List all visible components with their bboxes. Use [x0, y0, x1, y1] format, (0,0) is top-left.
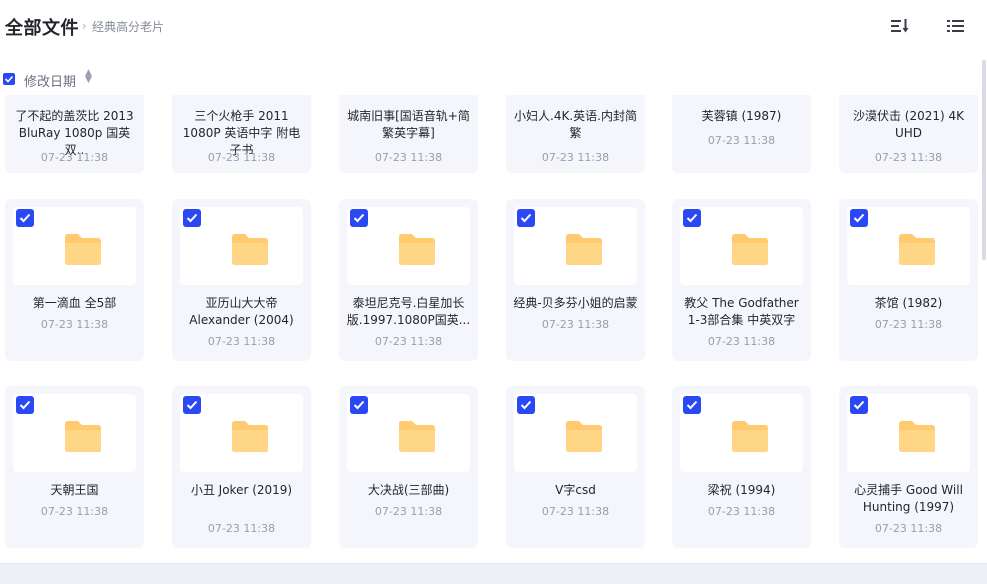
modified-time: 07-23 11:38	[374, 151, 443, 164]
folder-name[interactable]: 泰坦尼克号.白星加长版.1997.1080P国英...	[345, 295, 472, 329]
folder-card[interactable]: 小丑 Joker (2019) 07-23 11:38	[172, 386, 311, 548]
modified-time: 07-23 11:38	[40, 318, 109, 331]
modified-time: 07-23 11:38	[707, 335, 776, 348]
folder-card[interactable]: 第一滴血 全5部 07-23 11:38	[5, 199, 144, 361]
modified-time: 07-23 11:38	[874, 522, 943, 535]
folder-icon	[730, 232, 770, 266]
checkbox-checked-icon[interactable]	[350, 396, 368, 414]
modified-time: 07-23 11:38	[40, 505, 109, 518]
modified-time: 07-23 11:38	[874, 151, 943, 164]
checkbox-checked-icon[interactable]	[517, 209, 535, 227]
modified-time: 07-23 11:38	[374, 335, 443, 348]
folder-name[interactable]: 第一滴血 全5部	[11, 295, 138, 312]
folder-card[interactable]: 了不起的盖茨比 2013 BluRay 1080p 国英双.. 07-23 11:…	[5, 95, 144, 173]
checkbox-checked-icon[interactable]	[517, 396, 535, 414]
modified-time: 07-23 11:38	[207, 335, 276, 348]
modified-time: 07-23 11:38	[874, 318, 943, 331]
folder-name[interactable]: 城南旧事[国语音轨+简繁英字幕]	[345, 108, 472, 142]
checkbox-checked-icon[interactable]	[350, 209, 368, 227]
folder-card[interactable]: 沙漠伏击 (2021) 4K UHD 07-23 11:38	[839, 95, 978, 173]
folder-icon	[63, 419, 103, 453]
modified-time: 07-23 11:38	[40, 151, 109, 164]
folder-name[interactable]: 茶馆 (1982)	[845, 295, 972, 312]
folder-icon	[230, 419, 270, 453]
folder-name[interactable]: 梁祝 (1994)	[678, 482, 805, 499]
modified-time: 07-23 11:38	[541, 151, 610, 164]
folder-name[interactable]: 心灵捕手 Good Will Hunting (1997)	[845, 482, 972, 516]
modified-time: 07-23 11:38	[374, 505, 443, 518]
folder-name[interactable]: 芙蓉镇 (1987)	[678, 108, 805, 125]
folder-name[interactable]: 天朝王国	[11, 482, 138, 499]
checkbox-checked-icon[interactable]	[850, 396, 868, 414]
folder-card[interactable]: 茶馆 (1982) 07-23 11:38	[839, 199, 978, 361]
checkbox-checked-icon[interactable]	[183, 209, 201, 227]
folder-icon	[397, 419, 437, 453]
folder-icon	[564, 419, 604, 453]
modified-time: 07-23 11:38	[541, 318, 610, 331]
folder-name[interactable]: V字csd	[512, 482, 639, 499]
folder-icon	[397, 232, 437, 266]
folder-name[interactable]: 经典-贝多芬小姐的启蒙	[512, 295, 639, 312]
file-browser: 全部文件 › 经典高分老片 修改日期 ▲ ▼ 了不起的盖茨比 2013 BluR…	[0, 0, 987, 584]
folder-card[interactable]: 经典-贝多芬小姐的启蒙 07-23 11:38	[506, 199, 645, 361]
folder-icon	[730, 419, 770, 453]
modified-time: 07-23 11:38	[707, 134, 776, 147]
folder-card[interactable]: V字csd 07-23 11:38	[506, 386, 645, 548]
checkbox-checked-icon[interactable]	[183, 396, 201, 414]
checkbox-checked-icon[interactable]	[683, 396, 701, 414]
folder-name[interactable]: 小妇人.4K.英语.内封简繁	[512, 108, 639, 142]
folder-card[interactable]: 教父 The Godfather 1-3部合集 中英双字 07-23 11:38	[672, 199, 811, 361]
folder-card[interactable]: 天朝王国 07-23 11:38	[5, 386, 144, 548]
modified-time: 07-23 11:38	[207, 522, 276, 535]
checkbox-checked-icon[interactable]	[683, 209, 701, 227]
folder-name[interactable]: 亚历山大大帝 Alexander (2004)	[178, 295, 305, 329]
folder-name[interactable]: 教父 The Godfather 1-3部合集 中英双字	[678, 295, 805, 329]
folder-card[interactable]: 小妇人.4K.英语.内封简繁 07-23 11:38	[506, 95, 645, 173]
folder-icon	[230, 232, 270, 266]
folder-card[interactable]: 梁祝 (1994) 07-23 11:38	[672, 386, 811, 548]
modified-time: 07-23 11:38	[207, 151, 276, 164]
file-grid: 了不起的盖茨比 2013 BluRay 1080p 国英双.. 07-23 11:…	[0, 0, 987, 584]
folder-card[interactable]: 泰坦尼克号.白星加长版.1997.1080P国英... 07-23 11:38	[339, 199, 478, 361]
checkbox-checked-icon[interactable]	[16, 396, 34, 414]
checkbox-checked-icon[interactable]	[850, 209, 868, 227]
folder-name[interactable]: 大决战(三部曲)	[345, 482, 472, 499]
folder-card[interactable]: 城南旧事[国语音轨+简繁英字幕] 07-23 11:38	[339, 95, 478, 173]
modified-time: 07-23 11:38	[707, 505, 776, 518]
folder-icon	[897, 232, 937, 266]
folder-icon	[564, 232, 604, 266]
folder-icon	[63, 232, 103, 266]
scrollbar[interactable]	[982, 60, 986, 260]
folder-card[interactable]: 大决战(三部曲) 07-23 11:38	[339, 386, 478, 548]
folder-icon	[897, 419, 937, 453]
folder-card[interactable]: 芙蓉镇 (1987) 07-23 11:38	[672, 95, 811, 173]
checkbox-checked-icon[interactable]	[16, 209, 34, 227]
folder-name[interactable]: 沙漠伏击 (2021) 4K UHD	[845, 108, 972, 142]
folder-card[interactable]: 亚历山大大帝 Alexander (2004) 07-23 11:38	[172, 199, 311, 361]
folder-card[interactable]: 心灵捕手 Good Will Hunting (1997) 07-23 11:38	[839, 386, 978, 548]
folder-card[interactable]: 三个火枪手 2011 1080P 英语中字 附电子书 07-23 11:38	[172, 95, 311, 173]
footer-bar	[0, 563, 987, 584]
modified-time: 07-23 11:38	[541, 505, 610, 518]
folder-name[interactable]: 小丑 Joker (2019)	[178, 482, 305, 499]
